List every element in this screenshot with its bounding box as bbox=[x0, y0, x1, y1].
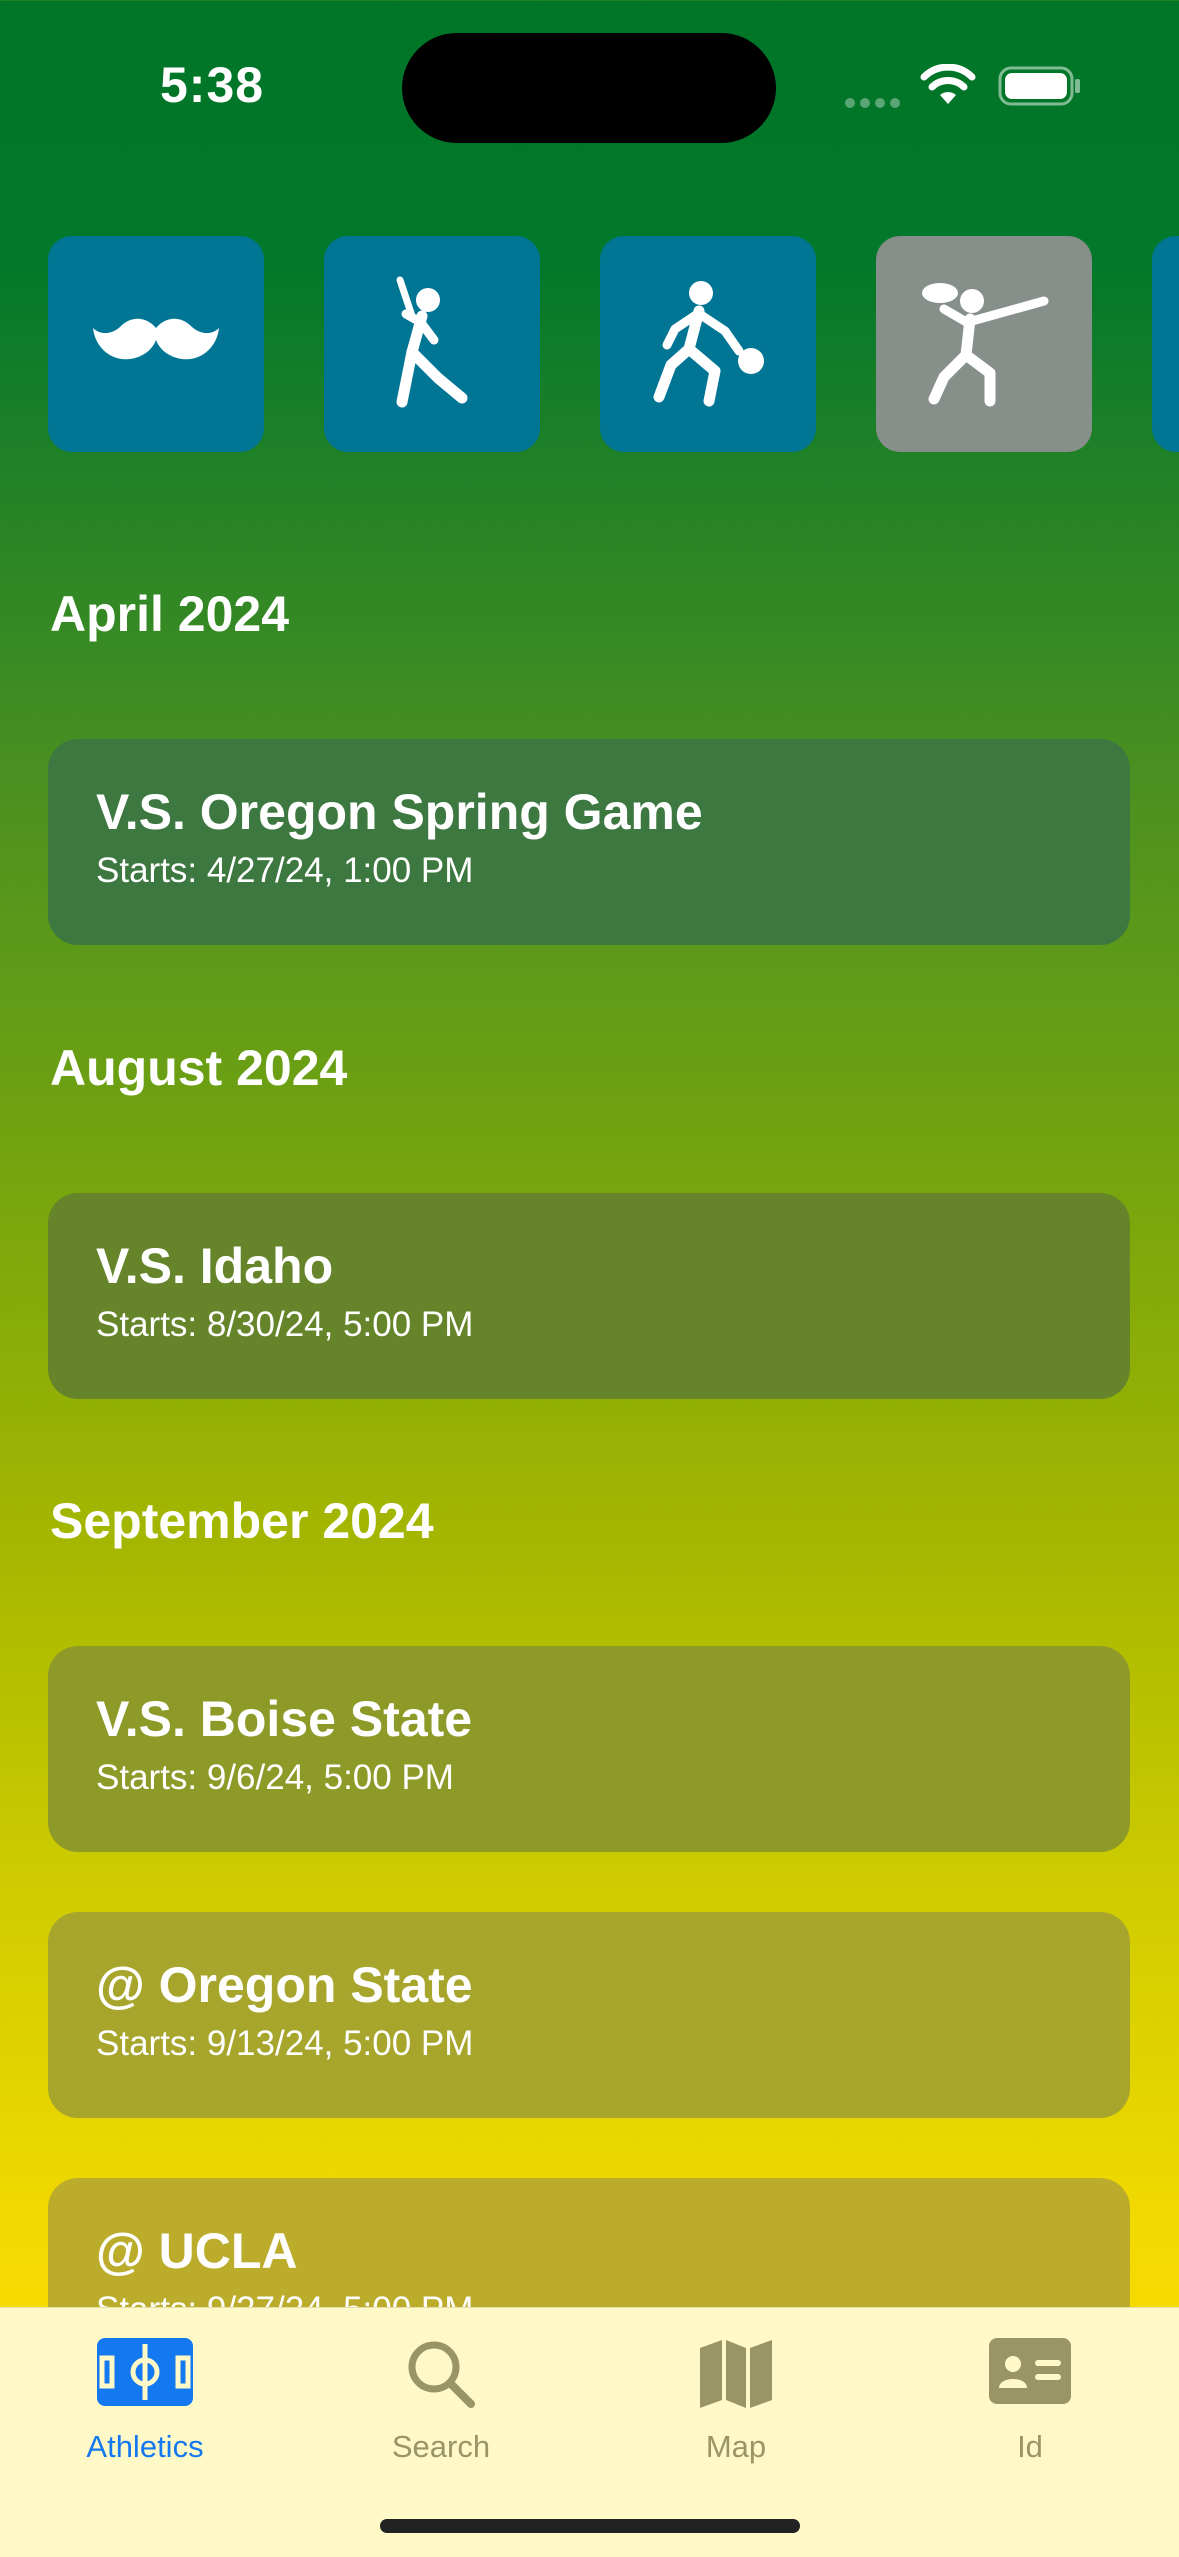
home-indicator bbox=[380, 2519, 800, 2533]
tab-search[interactable]: Search bbox=[311, 2328, 571, 2468]
wifi-icon bbox=[920, 64, 976, 104]
sport-tile-mustache[interactable] bbox=[48, 236, 264, 452]
baseball-icon bbox=[396, 276, 468, 408]
event-card[interactable]: V.S. Oregon Spring Game Starts: 4/27/24,… bbox=[48, 739, 1130, 945]
event-start-time: Starts: 9/6/24, 5:00 PM bbox=[96, 1758, 454, 1797]
status-time: 5:38 bbox=[160, 57, 265, 113]
section-title: August 2024 bbox=[50, 1040, 348, 1096]
football-icon bbox=[922, 283, 1049, 407]
sport-tile-basketball[interactable] bbox=[600, 236, 816, 452]
event-start-time: Starts: 4/27/24, 1:00 PM bbox=[96, 851, 474, 890]
tab-bar: Athletics Search Map Id bbox=[0, 2307, 1179, 2557]
basketball-icon bbox=[653, 281, 764, 407]
tab-label: Search bbox=[391, 2429, 491, 2464]
sport-tile-football[interactable] bbox=[876, 236, 1092, 452]
event-start-time: Starts: 9/13/24, 5:00 PM bbox=[96, 2024, 474, 2063]
id-card-icon bbox=[989, 2338, 1071, 2404]
search-icon bbox=[408, 2341, 475, 2408]
event-name: V.S. Oregon Spring Game bbox=[96, 784, 703, 840]
event-card[interactable]: V.S. Idaho Starts: 8/30/24, 5:00 PM bbox=[48, 1193, 1130, 1399]
tab-label: Map bbox=[705, 2429, 767, 2464]
event-name: @ UCLA bbox=[96, 2223, 298, 2279]
tab-map[interactable]: Map bbox=[606, 2328, 866, 2468]
dynamic-island bbox=[402, 33, 776, 143]
event-name: V.S. Boise State bbox=[96, 1691, 473, 1747]
event-name: V.S. Idaho bbox=[96, 1238, 334, 1294]
mustache-icon bbox=[93, 318, 219, 360]
court-icon bbox=[97, 2338, 193, 2406]
battery-icon bbox=[998, 66, 1080, 106]
tab-id[interactable]: Id bbox=[900, 2328, 1160, 2468]
tab-athletics[interactable]: Athletics bbox=[15, 2328, 275, 2468]
event-name: @ Oregon State bbox=[96, 1957, 473, 2013]
tab-label: Id bbox=[1017, 2429, 1043, 2464]
cellular-signal-icon bbox=[845, 95, 905, 113]
sport-tile-more[interactable] bbox=[1152, 236, 1179, 452]
event-card[interactable]: @ Oregon State Starts: 9/13/24, 5:00 PM bbox=[48, 1912, 1130, 2118]
section-title: September 2024 bbox=[50, 1493, 434, 1549]
event-card[interactable]: V.S. Boise State Starts: 9/6/24, 5:00 PM bbox=[48, 1646, 1130, 1852]
map-icon bbox=[700, 2340, 772, 2408]
sport-selector bbox=[0, 236, 1179, 454]
tab-label: Athletics bbox=[86, 2429, 204, 2464]
sport-tile-baseball[interactable] bbox=[324, 236, 540, 452]
status-bar: 5:38 bbox=[0, 0, 1179, 170]
section-title: April 2024 bbox=[50, 586, 290, 642]
event-start-time: Starts: 8/30/24, 5:00 PM bbox=[96, 1305, 474, 1344]
